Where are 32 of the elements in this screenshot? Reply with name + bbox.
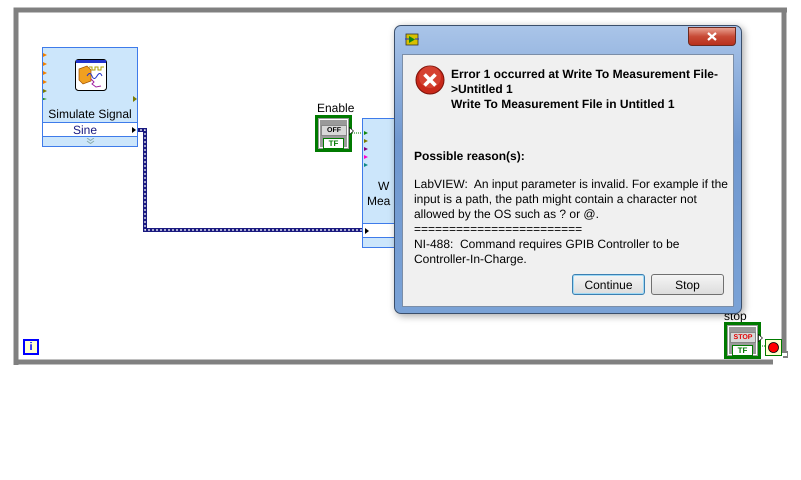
output-arrow-icon	[132, 127, 136, 133]
output-label: Sine	[73, 123, 98, 137]
iteration-terminal: i	[23, 339, 39, 355]
input-arrow-icon	[365, 228, 369, 234]
node-title: Mea	[367, 193, 390, 210]
message-text: LabVIEW: An input parameter is invalid. For example if the input is a path, the path might contain a character not allowed by the OS such as ? or @.	[414, 177, 729, 222]
simulate-signal-node[interactable]: Simulate Signal Sine	[42, 47, 138, 147]
output-terminal-icon	[133, 96, 137, 102]
input-terminals-icon	[43, 52, 49, 100]
error-icon	[415, 65, 445, 95]
dialog-button[interactable]: Continue	[572, 274, 645, 295]
output-arrow-icon	[349, 127, 354, 135]
boolean-wire	[352, 132, 364, 134]
error-title: Write To Measurement File in Untitled 1	[451, 97, 676, 112]
expand-chevron-icon	[86, 138, 95, 144]
type-label: TF	[323, 138, 344, 149]
node-title: Simulate Signal	[47, 106, 133, 123]
type-label: TF	[732, 345, 753, 356]
message-text: ========================	[414, 222, 584, 237]
error-title: Error 1 occurred at Write To Measurement File-	[451, 67, 718, 82]
output-arrow-icon	[758, 334, 763, 342]
error-title: >Untitled 1	[451, 82, 514, 97]
dialog-button[interactable]: Stop	[651, 274, 724, 295]
node-output-row[interactable]: Sine	[43, 122, 137, 137]
control-label: Enable	[317, 100, 354, 117]
node-title: W	[378, 178, 390, 195]
close-button[interactable]	[688, 27, 736, 46]
stop-terminal-icon	[765, 339, 782, 356]
signal-generator-icon	[75, 59, 107, 91]
close-icon	[707, 32, 717, 41]
message-text: NI-488: Command requires GPIB Controller to be Controller-In-Charge.	[414, 237, 680, 267]
section-heading: Possible reason(s):	[414, 148, 525, 165]
